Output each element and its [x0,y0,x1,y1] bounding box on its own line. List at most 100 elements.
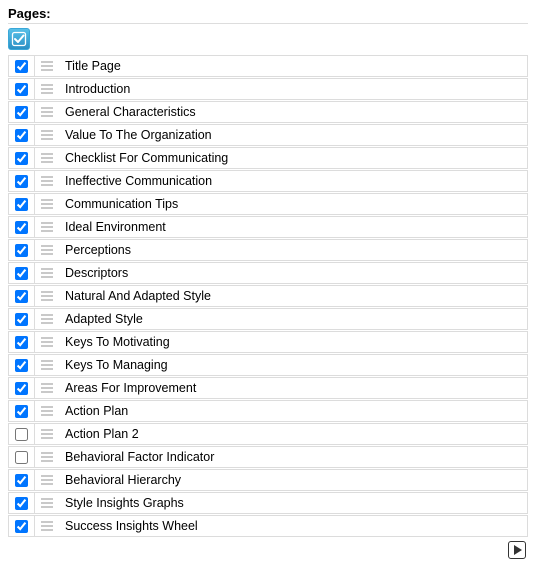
drag-handle[interactable] [35,217,59,237]
divider [8,23,528,24]
list-item: Value To The Organization [8,124,528,146]
drag-handle[interactable] [35,263,59,283]
drag-handle[interactable] [35,332,59,352]
page-label: Keys To Motivating [59,335,527,349]
page-checkbox[interactable] [15,267,28,280]
page-checkbox[interactable] [15,198,28,211]
page-label: Perceptions [59,243,527,257]
list-item: Action Plan [8,400,528,422]
drag-handle[interactable] [35,240,59,260]
page-label: Success Insights Wheel [59,519,527,533]
page-checkbox[interactable] [15,382,28,395]
drag-icon [41,222,53,232]
list-item: Areas For Improvement [8,377,528,399]
page-checkbox[interactable] [15,405,28,418]
list-item: Behavioral Factor Indicator [8,446,528,468]
next-button[interactable] [508,541,526,559]
drag-handle[interactable] [35,378,59,398]
page-checkbox[interactable] [15,290,28,303]
page-checkbox[interactable] [15,336,28,349]
checkbox-cell [9,447,35,467]
check-all-icon [11,31,27,47]
play-icon [514,545,522,555]
page-label: Behavioral Hierarchy [59,473,527,487]
list-item: Style Insights Graphs [8,492,528,514]
page-label: Value To The Organization [59,128,527,142]
drag-handle[interactable] [35,516,59,536]
drag-icon [41,291,53,301]
page-checkbox[interactable] [15,313,28,326]
page-checkbox[interactable] [15,152,28,165]
drag-handle[interactable] [35,470,59,490]
drag-icon [41,360,53,370]
checkbox-cell [9,378,35,398]
list-item: Action Plan 2 [8,423,528,445]
page-checkbox[interactable] [15,474,28,487]
drag-icon [41,383,53,393]
drag-handle[interactable] [35,401,59,421]
list-item: Success Insights Wheel [8,515,528,537]
drag-handle[interactable] [35,102,59,122]
page-checkbox[interactable] [15,497,28,510]
checkbox-cell [9,516,35,536]
drag-icon [41,199,53,209]
checkbox-cell [9,217,35,237]
drag-handle[interactable] [35,447,59,467]
page-checkbox[interactable] [15,175,28,188]
page-label: Ineffective Communication [59,174,527,188]
page-label: Communication Tips [59,197,527,211]
list-item: Descriptors [8,262,528,284]
page-label: Action Plan [59,404,527,418]
checkbox-cell [9,125,35,145]
checkbox-cell [9,355,35,375]
drag-handle[interactable] [35,79,59,99]
drag-handle[interactable] [35,171,59,191]
checkbox-cell [9,263,35,283]
page-label: Style Insights Graphs [59,496,527,510]
page-label: Introduction [59,82,527,96]
drag-handle[interactable] [35,286,59,306]
drag-icon [41,452,53,462]
drag-icon [41,337,53,347]
list-item: Natural And Adapted Style [8,285,528,307]
drag-icon [41,107,53,117]
list-item: Keys To Motivating [8,331,528,353]
drag-icon [41,314,53,324]
page-checkbox[interactable] [15,520,28,533]
page-checkbox[interactable] [15,451,28,464]
page-checkbox[interactable] [15,359,28,372]
checkbox-cell [9,493,35,513]
drag-handle[interactable] [35,56,59,76]
drag-handle[interactable] [35,493,59,513]
drag-handle[interactable] [35,355,59,375]
list-item: Ineffective Communication [8,170,528,192]
page-checkbox[interactable] [15,244,28,257]
page-checkbox[interactable] [15,106,28,119]
page-checkbox[interactable] [15,428,28,441]
drag-icon [41,153,53,163]
drag-handle[interactable] [35,194,59,214]
list-item: Checklist For Communicating [8,147,528,169]
page-checkbox[interactable] [15,60,28,73]
checkbox-cell [9,79,35,99]
page-checkbox[interactable] [15,221,28,234]
page-checkbox[interactable] [15,83,28,96]
checkbox-cell [9,56,35,76]
checkbox-cell [9,102,35,122]
drag-handle[interactable] [35,424,59,444]
checkbox-cell [9,194,35,214]
drag-handle[interactable] [35,148,59,168]
page-label: Ideal Environment [59,220,527,234]
page-label: Checklist For Communicating [59,151,527,165]
list-item: Ideal Environment [8,216,528,238]
section-title: Pages: [8,6,528,21]
page-label: Keys To Managing [59,358,527,372]
toggle-all-button[interactable] [8,28,30,50]
drag-icon [41,61,53,71]
page-checkbox[interactable] [15,129,28,142]
drag-icon [41,84,53,94]
drag-handle[interactable] [35,125,59,145]
drag-handle[interactable] [35,309,59,329]
checkbox-cell [9,309,35,329]
list-item: Adapted Style [8,308,528,330]
